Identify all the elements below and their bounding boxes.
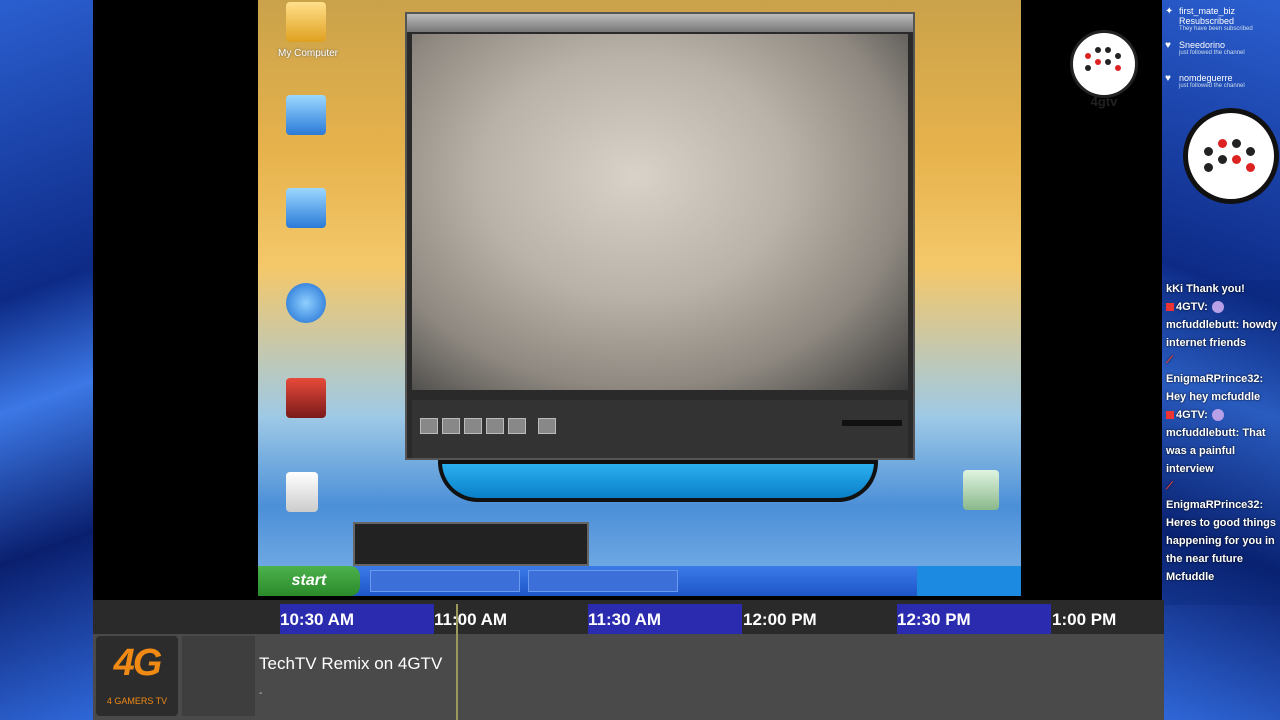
4gamerstv-logo: 4G 4 GAMERS TV: [96, 636, 178, 716]
player-title-bar: [407, 14, 913, 32]
player-controls: [412, 400, 908, 458]
video-player[interactable]: My Computer start 4gtv: [93, 0, 1162, 600]
taskbar: start: [258, 566, 1021, 596]
start-button[interactable]: start: [258, 566, 360, 596]
play-icon[interactable]: [420, 418, 438, 434]
background-left: [0, 0, 93, 720]
recycle-bin-icon: [963, 470, 999, 510]
4gtv-bug-label: 4gtv: [1090, 94, 1118, 109]
time-slot: 12:00 PM: [743, 610, 817, 629]
emote-icon: [1211, 409, 1224, 422]
4gtv-bug-logo: [1070, 30, 1138, 98]
taskbar-item[interactable]: [528, 570, 678, 592]
alert-resub: ✦ first_mate_biz Resubscribed They have …: [1165, 6, 1253, 32]
mute-icon[interactable]: [538, 418, 556, 434]
current-time-line: [456, 604, 458, 720]
program-title: TechTV Remix on 4GTV: [259, 654, 443, 673]
time-slot: 1:00 PM: [1052, 610, 1117, 629]
alert-follow: ♥ Sneedorino just followed the channel: [1165, 40, 1245, 56]
xp-desktop: My Computer start 4gtv: [258, 0, 1138, 596]
previous-icon[interactable]: [486, 418, 504, 434]
mini-player[interactable]: [353, 522, 589, 566]
computer-icon: [286, 188, 326, 228]
internet-explorer-icon: [286, 283, 326, 323]
volume-slider[interactable]: [842, 420, 902, 426]
alert-follow: ♥ nomdeguerre just followed the channel: [1165, 73, 1245, 89]
broadcaster-badge-icon: [1166, 411, 1174, 420]
chat-message: mcfuddlebutt: howdy internet friends: [1166, 319, 1278, 349]
chat-panel: kKi Thank you! 4GTV: mcfuddlebutt: howdy…: [1162, 280, 1280, 605]
time-slot: 11:30 AM: [588, 604, 742, 634]
next-icon[interactable]: [508, 418, 526, 434]
player-base: [438, 460, 878, 502]
chat-message: mcfuddlebutt: That was a painful intervi…: [1166, 427, 1266, 475]
time-slot: 12:30 PM: [897, 604, 1051, 634]
pause-icon[interactable]: [442, 418, 460, 434]
channel-thumbnail: [182, 636, 255, 716]
star-icon: ✦: [1165, 6, 1174, 17]
time-slot: 10:30 AM: [280, 604, 434, 634]
chat-message: 4GTV:: [1162, 298, 1280, 316]
taskbar-item[interactable]: [370, 570, 520, 592]
chat-message: 4GTV:: [1162, 406, 1280, 424]
media-player-window[interactable]: [405, 12, 915, 460]
document-icon: [286, 472, 318, 512]
emote-icon: [1211, 301, 1224, 314]
network-icon: [286, 95, 326, 135]
chat-message: kKi Thank you!: [1166, 283, 1245, 295]
broadcaster-badge-icon: [1166, 303, 1174, 312]
channel-logo: [1183, 108, 1279, 204]
chat-message: ⟋ EnigmaRPrince32: Hey hey mcfuddle: [1162, 352, 1280, 406]
heart-icon: ♥: [1165, 40, 1171, 51]
program-description: -: [259, 688, 263, 699]
heart-icon: ♥: [1165, 73, 1171, 84]
chat-message: ⟋ EnigmaRPrince32: Heres to good things h…: [1162, 478, 1280, 586]
stop-icon[interactable]: [464, 418, 482, 434]
game-icon: [286, 378, 326, 418]
my-computer-icon: [286, 2, 326, 42]
desktop-icon-label: My Computer: [277, 48, 338, 59]
sword-icon: ⟋: [1166, 481, 1173, 492]
player-video-screen: [412, 34, 908, 390]
system-tray: [917, 566, 1021, 596]
sword-icon: ⟋: [1166, 355, 1173, 366]
